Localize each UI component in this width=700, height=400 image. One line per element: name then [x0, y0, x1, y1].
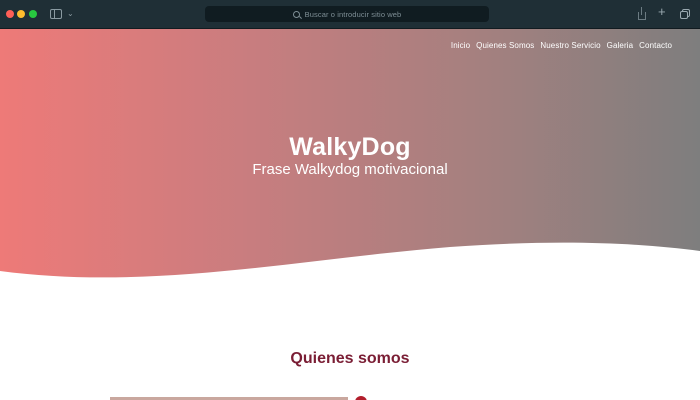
browser-toolbar: ⌄ Buscar o introducir sitio web + — [0, 0, 700, 29]
search-icon — [292, 10, 300, 18]
nav-item-nuestro-servicio[interactable]: Nuestro Servicio — [540, 41, 600, 50]
hero-title: WalkyDog — [289, 133, 411, 161]
nav-item-contacto[interactable]: Contacto — [639, 41, 672, 50]
window-close-button[interactable] — [6, 10, 14, 18]
sidebar-icon[interactable] — [50, 9, 62, 19]
address-placeholder: Buscar o introducir sitio web — [304, 9, 402, 19]
window-minimize-button[interactable] — [17, 10, 25, 18]
share-icon[interactable] — [637, 7, 647, 21]
chevron-down-icon[interactable]: ⌄ — [67, 8, 74, 20]
nav-item-quienes-somos[interactable]: Quienes Somos — [476, 41, 534, 50]
address-bar[interactable]: Buscar o introducir sitio web — [205, 6, 489, 22]
section-accent-dot — [355, 396, 367, 400]
hero-wave-divider — [0, 242, 700, 289]
tabs-icon[interactable] — [680, 9, 690, 19]
main-nav: Inicio Quienes Somos Nuestro Servicio Ga… — [451, 41, 672, 50]
hero-subtitle: Frase Walkydog motivacional — [252, 161, 448, 178]
window-maximize-button[interactable] — [29, 10, 37, 18]
plus-icon[interactable]: + — [658, 5, 666, 19]
nav-item-inicio[interactable]: Inicio — [451, 41, 470, 50]
section-title: Quienes somos — [290, 350, 410, 367]
hero-banner: Inicio Quienes Somos Nuestro Servicio Ga… — [0, 29, 700, 289]
nav-item-galeria[interactable]: Galeria — [607, 41, 634, 50]
